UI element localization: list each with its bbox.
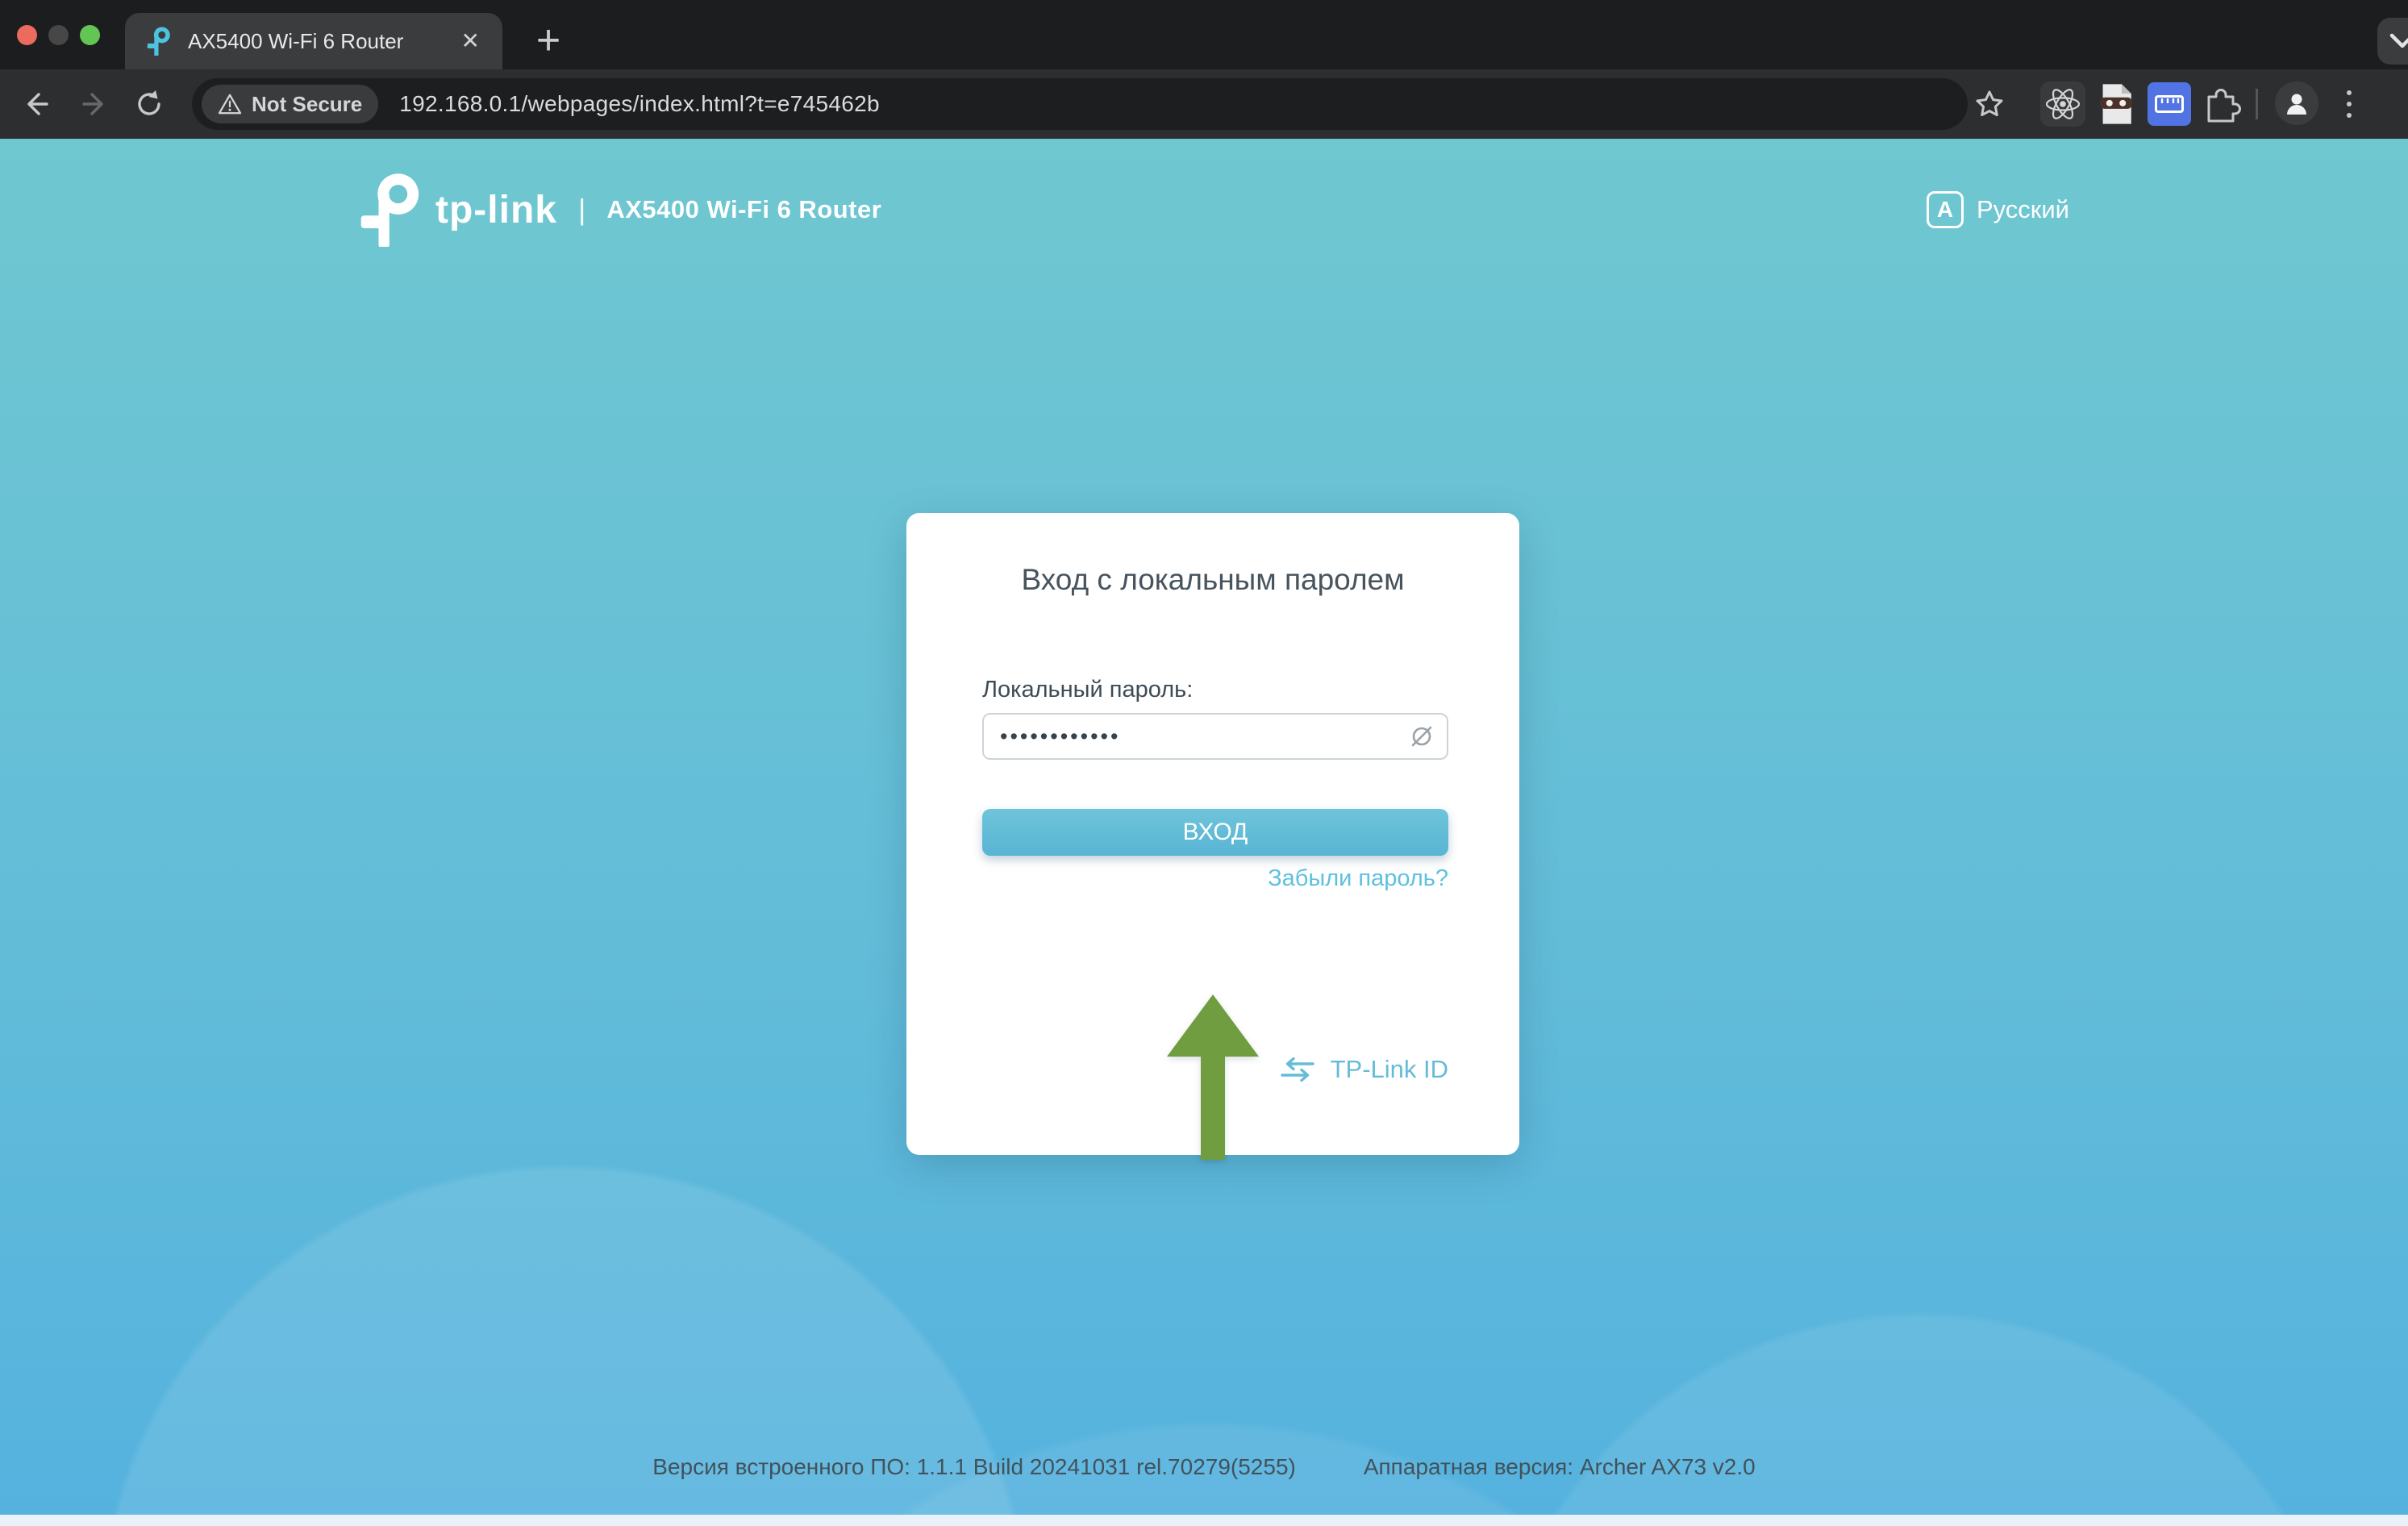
tplink-id-login-link[interactable]: TP-Link ID <box>1279 1055 1448 1084</box>
tab-strip: AX5400 Wi-Fi 6 Router ✕ + <box>0 0 2408 69</box>
password-input[interactable] <box>984 715 1397 758</box>
annotation-arrow-up <box>1164 992 1261 1165</box>
firmware-version: Версия встроенного ПО: 1.1.1 Build 20241… <box>652 1454 1296 1480</box>
ruler-extension-icon[interactable] <box>2147 81 2192 127</box>
language-label: Русский <box>1977 195 2069 224</box>
brand-wordmark: tp-link <box>435 188 557 232</box>
tab-search-button[interactable] <box>2377 18 2408 65</box>
tplink-favicon-icon <box>144 27 173 56</box>
password-label: Локальный пароль: <box>982 677 1193 703</box>
browser-window: AX5400 Wi-Fi 6 Router ✕ + <box>0 0 2408 1526</box>
tab-ax5400-router[interactable]: AX5400 Wi-Fi 6 Router ✕ <box>125 13 502 69</box>
login-button[interactable]: ВХОД <box>982 809 1448 856</box>
minimize-window-button[interactable] <box>48 25 69 45</box>
login-title: Вход с локальным паролем <box>906 563 1519 597</box>
forgot-password-row: Забыли пароль? <box>982 865 1448 892</box>
tplink-logo-icon <box>358 173 423 247</box>
browser-menu-kebab-icon[interactable] <box>2337 84 2361 124</box>
toggle-password-visibility-button[interactable] <box>1397 715 1447 758</box>
tab-title: AX5400 Wi-Fi 6 Router <box>188 29 458 54</box>
browser-toolbar: Not Secure 192.168.0.1/webpages/index.ht… <box>0 69 2408 139</box>
url-bar[interactable]: Not Secure 192.168.0.1/webpages/index.ht… <box>192 78 1968 130</box>
swap-arrows-icon <box>1279 1056 1316 1083</box>
warning-triangle-icon <box>218 93 242 115</box>
url-text[interactable]: 192.168.0.1/webpages/index.html?t=e74546… <box>399 91 880 117</box>
profile-avatar[interactable] <box>2275 81 2318 125</box>
brand-separator: | <box>578 193 585 227</box>
forward-button[interactable] <box>77 87 111 121</box>
bookmark-star-icon[interactable] <box>1973 87 2006 121</box>
back-button[interactable] <box>19 87 53 121</box>
extensions-puzzle-icon[interactable] <box>2198 81 2243 127</box>
version-footer: Версия встроенного ПО: 1.1.1 Build 20241… <box>0 1454 2408 1480</box>
react-devtools-extension-icon[interactable] <box>2040 81 2085 127</box>
new-tab-button[interactable]: + <box>523 15 574 66</box>
hardware-version: Аппаратная версия: Archer AX73 v2.0 <box>1364 1454 1756 1480</box>
close-tab-icon[interactable]: ✕ <box>458 27 483 56</box>
bottom-strip <box>0 1515 2408 1526</box>
password-field <box>982 713 1448 760</box>
traffic-lights <box>17 25 100 45</box>
site-header: tp-link | AX5400 Wi-Fi 6 Router A Русски… <box>358 169 2069 250</box>
product-name: AX5400 Wi-Fi 6 Router <box>606 195 881 224</box>
security-label: Not Secure <box>252 92 362 117</box>
reload-button[interactable] <box>132 87 166 121</box>
json-viewer-mask-extension-icon[interactable] <box>2093 81 2139 127</box>
chevron-down-icon <box>2389 32 2408 50</box>
brand-block: tp-link | AX5400 Wi-Fi 6 Router <box>358 173 881 247</box>
language-selector[interactable]: A Русский <box>1927 191 2069 228</box>
zoom-window-button[interactable] <box>80 25 100 45</box>
router-login-page: tp-link | AX5400 Wi-Fi 6 Router A Русски… <box>0 139 2408 1515</box>
eye-off-icon <box>1407 722 1436 751</box>
toolbar-divider <box>2256 89 2258 119</box>
not-secure-chip[interactable]: Not Secure <box>202 85 378 123</box>
tplink-id-label: TP-Link ID <box>1331 1055 1448 1084</box>
language-icon: A <box>1927 191 1964 228</box>
forgot-password-link[interactable]: Забыли пароль? <box>1268 865 1448 891</box>
close-window-button[interactable] <box>17 25 37 45</box>
